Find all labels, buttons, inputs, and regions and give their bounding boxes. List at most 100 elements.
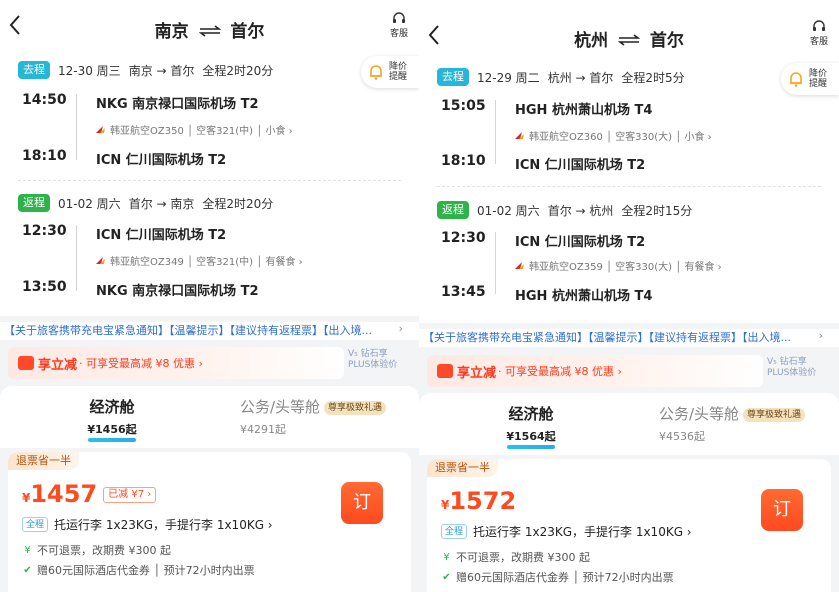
promo-subtitle: · 可享受最高减 ¥8 优惠 › [498, 365, 622, 378]
inbound-arr-airport: HGH 杭州萧山机场 T4 [515, 289, 653, 304]
timeline-line [495, 232, 496, 294]
outbound-date: 12-30 周三 [58, 63, 121, 78]
inbound-segment[interactable]: 返程 01-02 周六 首尔 → 南京 全程2时20分 12:30 ICN 仁川… [0, 189, 419, 309]
refund-rule-text: 不可退票，改期费 ¥300 起 [37, 544, 171, 557]
inbound-flight-info[interactable]: 韩亚航空OZ359 │ 空客330(大) │ 有餐食 › [515, 258, 722, 273]
refund-rule-text: 不可退票，改期费 ¥300 起 [456, 551, 590, 564]
divider [18, 180, 401, 181]
outbound-arr-airport: ICN 仁川国际机场 T2 [96, 153, 227, 168]
inbound-dep-time: 12:30 [441, 230, 486, 246]
inbound-summary: 返程 01-02 周六 首尔 → 南京 全程2时20分 [18, 193, 281, 213]
voucher-rule-text: 赠60元国际酒店代金券 │ 预计72小时内出票 [456, 571, 674, 584]
outbound-route: 杭州 → 首尔 [547, 70, 614, 85]
itinerary: 降价提醒 去程 12-30 周三 南京 → 首尔 全程2时20分 14:50 N… [0, 56, 419, 316]
promo-banner[interactable]: 享立减 · 可享受最高减 ¥8 优惠 › [8, 347, 344, 379]
baggage-info[interactable]: 全程 托运行李 1x23KG，手提行李 1x10KG › [441, 523, 692, 540]
book-button[interactable]: 订 [341, 482, 383, 524]
airline-logo-icon [515, 261, 524, 269]
baggage-tag: 全程 [441, 524, 468, 539]
inbound-badge: 返程 [437, 201, 469, 219]
check-icon: ✔ [23, 564, 32, 576]
plus-price-label: V₅ 钻石享 PLUS体验价 [767, 357, 817, 378]
tab-business[interactable]: 公务/头等舱 尊享极致礼遇 ¥4536起 [637, 403, 827, 444]
outbound-route: 南京 → 首尔 [128, 63, 195, 78]
inbound-flight-info[interactable]: 韩亚航空OZ349 │ 空客321(中) │ 有餐食 › [96, 253, 303, 268]
customer-service-button[interactable]: 客服 [387, 12, 411, 39]
inbound-duration: 全程2时20分 [202, 196, 274, 211]
inbound-airline: 韩亚航空OZ349 │ 空客321(中) │ 有餐食 › [110, 257, 303, 268]
timeline-line [495, 100, 496, 164]
baggage-tag: 全程 [22, 517, 49, 532]
refund-tag: 退票省一半 [427, 459, 498, 477]
outbound-badge: 去程 [437, 68, 469, 86]
outbound-flight-info[interactable]: 韩亚航空OZ360 │ 空客330(大) │ 小食 › [515, 128, 712, 143]
fare-card[interactable]: 退票省一半 ¥1572 订 全程 托运行李 1x23KG，手提行李 1x10KG… [427, 459, 831, 592]
plus-price-label: V₅ 钻石享 PLUS体验价 [348, 349, 398, 370]
outbound-badge: 去程 [18, 61, 50, 79]
outbound-segment[interactable]: 去程 12-30 周三 南京 → 首尔 全程2时20分 14:50 NKG 南京… [0, 56, 419, 176]
timeline-line [76, 225, 77, 291]
swap-arrows-icon [617, 31, 641, 51]
outbound-arr-time: 18:10 [22, 148, 67, 164]
promo-banner[interactable]: 享立减 · 可享受最高减 ¥8 优惠 › [427, 355, 763, 387]
notice-bar[interactable]: 【关于旅客携带充电宝紧急通知】【温馨提示】【建议持有返程票】【出入境... › [0, 322, 419, 340]
origin-city: 南京 [154, 22, 189, 42]
vip-badge: 尊享极致礼遇 [743, 408, 806, 422]
origin-city: 杭州 [574, 31, 609, 51]
inbound-arr-time: 13:50 [22, 279, 67, 295]
itinerary: 降价提醒 去程 12-29 周二 杭州 → 首尔 全程2时5分 15:05 HG… [419, 63, 839, 323]
tab-economy[interactable]: 经济舱 ¥1456起 [70, 396, 154, 442]
notice-text: 【关于旅客携带充电宝紧急通知】【温馨提示】【建议持有返程票】【出入境... [4, 324, 372, 337]
active-tab-indicator [88, 438, 136, 442]
page-title: 南京 首尔 [0, 17, 419, 42]
fare-price: ¥1457 已减 ¥7 › [22, 480, 157, 508]
cabin-section: 经济舱 ¥1456起 公务/头等舱 尊享极致礼遇 ¥4291起 退票省一半 ¥14… [0, 386, 419, 592]
inbound-segment[interactable]: 返程 01-02 周六 首尔 → 杭州 全程2时15分 12:30 ICN 仁川… [419, 196, 839, 316]
tab-business-price: ¥4536起 [659, 430, 705, 443]
customer-service-button[interactable]: 客服 [807, 20, 831, 47]
airline-logo-icon [515, 131, 524, 139]
inbound-date: 01-02 周六 [58, 196, 121, 211]
fare-card[interactable]: 退票省一半 ¥1457 已减 ¥7 › 订 全程 托运行李 1x23KG，手提行李… [8, 452, 411, 592]
discount-icon [437, 364, 453, 378]
discount-badge[interactable]: 已减 ¥7 › [103, 487, 157, 503]
outbound-dep-airport: NKG 南京禄口国际机场 T2 [96, 97, 259, 112]
discount-icon [18, 356, 34, 370]
fare-amount: 1457 [30, 480, 98, 508]
dest-city: 首尔 [649, 31, 684, 51]
promo-title: 享立减 [457, 365, 497, 381]
inbound-dep-time: 12:30 [22, 223, 67, 239]
tab-business[interactable]: 公务/头等舱 尊享极致礼遇 ¥4291起 [218, 396, 408, 437]
page-title: 杭州 首尔 [419, 26, 839, 51]
headset-icon [813, 20, 825, 31]
outbound-arr-time: 18:10 [441, 153, 486, 169]
baggage-text: 托运行李 1x23KG，手提行李 1x10KG › [54, 518, 273, 532]
notice-bar[interactable]: 【关于旅客携带充电宝紧急通知】【温馨提示】【建议持有返程票】【出入境... › [419, 329, 839, 347]
outbound-flight-info[interactable]: 韩亚航空OZ350 │ 空客321(中) │ 小食 › [96, 122, 293, 137]
chevron-right-icon: › [818, 329, 823, 342]
cabin-tabs: 经济舱 ¥1564起 公务/头等舱 尊享极致礼遇 ¥4536起 [419, 393, 839, 455]
refund-rule: ¥ 不可退票，改期费 ¥300 起 [22, 542, 171, 558]
outbound-date: 12-29 周二 [477, 70, 540, 85]
outbound-dep-airport: HGH 杭州萧山机场 T4 [515, 103, 653, 118]
outbound-segment[interactable]: 去程 12-29 周二 杭州 → 首尔 全程2时5分 15:05 HGH 杭州萧… [419, 63, 839, 183]
tab-economy[interactable]: 经济舱 ¥1564起 [489, 403, 573, 449]
dest-city: 首尔 [230, 22, 265, 42]
headset-icon [393, 12, 405, 23]
promo-subtitle: · 可享受最高减 ¥8 优惠 › [79, 357, 203, 370]
timeline-line [76, 94, 77, 160]
service-label: 客服 [389, 29, 408, 39]
inbound-date: 01-02 周六 [477, 203, 540, 218]
inbound-duration: 全程2时15分 [621, 203, 693, 218]
inbound-summary: 返程 01-02 周六 首尔 → 杭州 全程2时15分 [437, 200, 700, 220]
inbound-route: 首尔 → 南京 [128, 196, 195, 211]
check-icon: ✔ [442, 571, 451, 583]
notice-text: 【关于旅客携带充电宝紧急通知】【温馨提示】【建议持有返程票】【出入境... [423, 331, 791, 344]
airline-logo-icon [96, 256, 105, 264]
book-button[interactable]: 订 [761, 489, 803, 531]
baggage-info[interactable]: 全程 托运行李 1x23KG，手提行李 1x10KG › [22, 516, 273, 533]
vip-badge: 尊享极致礼遇 [324, 401, 387, 415]
inbound-route: 首尔 → 杭州 [547, 203, 614, 218]
voucher-rule-text: 赠60元国际酒店代金券 │ 预计72小时内出票 [37, 564, 255, 577]
service-label: 客服 [809, 37, 828, 47]
